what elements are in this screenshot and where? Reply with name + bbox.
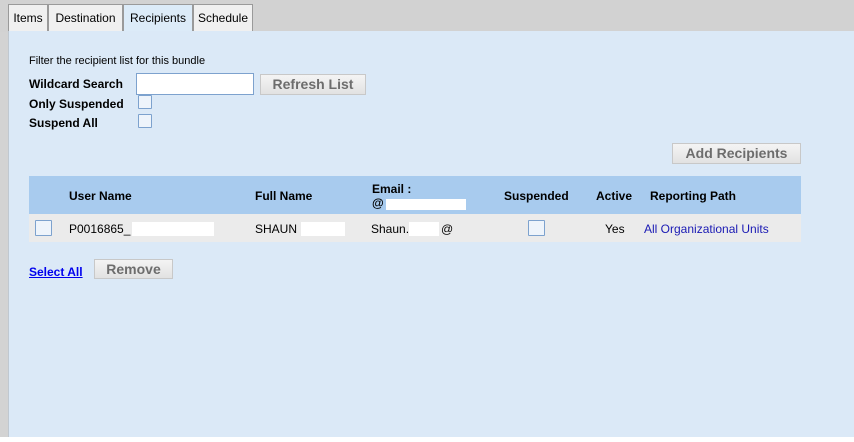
tab-bar: Items Destination Recipients Schedule — [0, 0, 854, 33]
cell-email-at: @ — [441, 222, 454, 236]
tab-schedule[interactable]: Schedule — [193, 4, 253, 31]
reporting-path-link[interactable]: All Organizational Units — [644, 222, 769, 236]
suspend-all-label: Suspend All — [29, 116, 98, 130]
only-suspended-checkbox[interactable] — [138, 95, 152, 109]
add-recipients-button[interactable]: Add Recipients — [672, 143, 801, 164]
redaction-block — [386, 199, 466, 210]
recipients-table-header: User Name Full Name Email : @ Suspended … — [29, 176, 801, 214]
filter-heading: Filter the recipient list for this bundl… — [29, 55, 206, 67]
remove-button[interactable]: Remove — [94, 259, 173, 279]
table-row: P0016865_ SHAUN Shaun. @ Yes All Organiz… — [29, 214, 801, 242]
column-header-full-name: Full Name — [255, 189, 313, 203]
wildcard-search-input[interactable] — [136, 73, 254, 95]
only-suspended-label: Only Suspended — [29, 97, 124, 111]
select-all-link[interactable]: Select All — [29, 265, 83, 279]
redaction-block — [409, 222, 439, 236]
cell-email-prefix: Shaun. — [371, 222, 410, 236]
bottom-border — [0, 437, 854, 442]
suspend-all-checkbox[interactable] — [138, 114, 152, 128]
wildcard-search-label: Wildcard Search — [29, 77, 123, 91]
cell-active: Yes — [605, 222, 625, 236]
redaction-block — [132, 222, 214, 236]
column-header-reporting-path: Reporting Path — [650, 189, 736, 203]
row-select-checkbox[interactable] — [35, 220, 52, 236]
row-suspended-checkbox[interactable] — [528, 220, 545, 236]
column-header-email: Email : — [372, 182, 412, 196]
column-header-active: Active — [596, 189, 633, 203]
tab-destination[interactable]: Destination — [48, 4, 123, 31]
redaction-block — [301, 222, 345, 236]
refresh-list-button[interactable]: Refresh List — [260, 74, 366, 95]
cell-full-name: SHAUN — [255, 222, 298, 236]
cell-user-name: P0016865_ — [69, 222, 131, 236]
column-header-user-name: User Name — [69, 189, 132, 203]
column-header-email-at: @ — [372, 196, 384, 210]
tab-items[interactable]: Items — [8, 4, 48, 31]
tab-recipients[interactable]: Recipients — [123, 4, 193, 33]
column-header-suspended: Suspended — [504, 189, 569, 203]
